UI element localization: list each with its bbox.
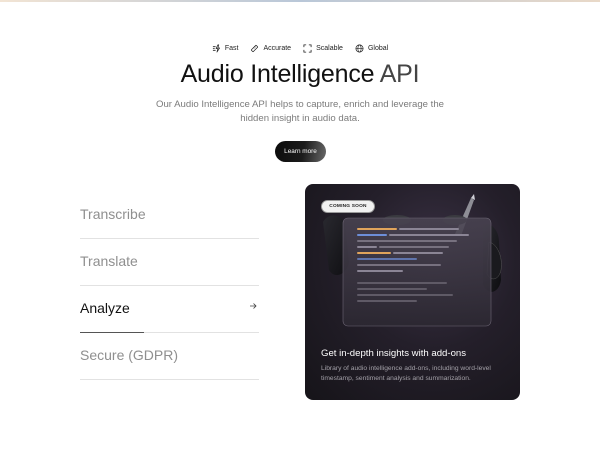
feature-label: Scalable — [316, 45, 343, 52]
card-description: Library of audio intelligence add-ons, i… — [321, 365, 491, 382]
page-title: Audio Intelligence API — [0, 60, 600, 89]
feature-card: COMING SOON Get in-depth insights with a… — [305, 184, 520, 400]
tab-secure-gdpr[interactable]: Secure (GDPR) — [80, 333, 259, 380]
arrow-right-icon — [250, 303, 257, 309]
feature-list: Fast Accurate Scalable Global — [0, 44, 600, 53]
ruler-icon — [251, 44, 259, 53]
tab-label: Translate — [80, 253, 138, 269]
feature-fast: Fast — [212, 44, 239, 53]
learn-more-button[interactable]: Learn more — [275, 141, 326, 162]
feature-tabs: Transcribe Translate Analyze Secure (GDP… — [80, 192, 259, 380]
feature-scalable: Scalable — [303, 44, 343, 53]
card-title: Get in-depth insights with add-ons — [321, 348, 467, 359]
globe-icon — [355, 44, 364, 53]
title-accent: API — [374, 60, 420, 88]
tab-translate[interactable]: Translate — [80, 239, 259, 286]
tab-analyze[interactable]: Analyze — [80, 286, 259, 333]
tab-transcribe[interactable]: Transcribe — [80, 192, 259, 239]
feature-accurate: Accurate — [250, 44, 291, 53]
title-main: Audio Intelligence — [180, 60, 375, 88]
feature-label: Global — [367, 45, 389, 52]
feature-global: Global — [355, 44, 388, 53]
top-accent-bar — [0, 0, 600, 2]
tab-label: Secure (GDPR) — [80, 347, 179, 363]
tab-label: Transcribe — [80, 206, 146, 222]
feature-label: Fast — [224, 45, 239, 52]
hero-subtitle: Our Audio Intelligence API helps to capt… — [156, 99, 444, 124]
lightning-icon — [212, 44, 220, 53]
expand-icon — [303, 44, 312, 53]
feature-label: Accurate — [263, 45, 292, 52]
tab-label: Analyze — [80, 300, 130, 316]
coming-soon-badge: COMING SOON — [321, 200, 375, 213]
